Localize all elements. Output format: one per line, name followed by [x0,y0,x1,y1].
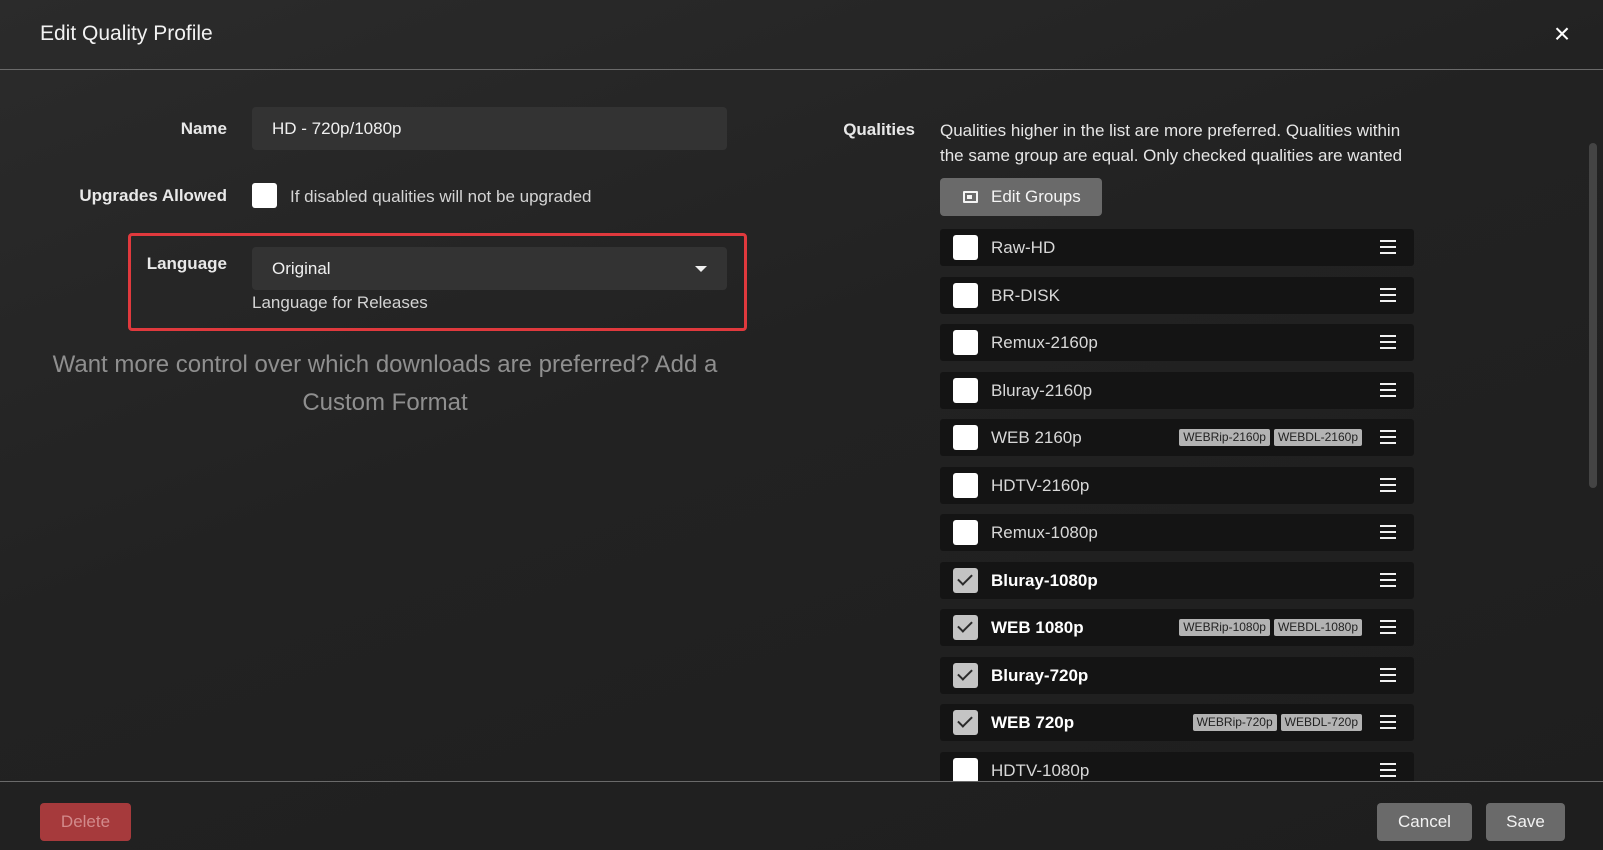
quality-row[interactable]: HDTV-1080p [940,751,1414,781]
quality-badges: WEBRip-1080p WEBDL-1080p [1179,619,1362,636]
drag-handle-icon[interactable] [1380,620,1396,634]
quality-row[interactable]: Bluray-720p [940,656,1414,694]
custom-format-promo[interactable]: Want more control over which downloads a… [40,346,730,422]
quality-badge: WEBDL-2160p [1273,429,1362,446]
quality-badges: WEBRip-720p WEBDL-720p [1192,714,1362,731]
quality-name: Bluray-2160p [991,380,1093,400]
scrollbar[interactable] [1589,143,1597,488]
quality-row[interactable]: Remux-1080p [940,514,1414,551]
edit-groups-button[interactable]: Edit Groups [940,178,1102,216]
quality-name: Raw-HD [991,238,1056,257]
quality-checkbox[interactable] [953,472,978,498]
quality-row[interactable]: Bluray-1080p [940,561,1414,599]
drag-handle-icon[interactable] [1380,715,1396,729]
drag-handle-icon[interactable] [1380,572,1396,587]
drag-handle-icon[interactable] [1380,335,1396,349]
quality-checkbox-checked[interactable] [953,710,978,735]
language-label: Language [146,254,227,273]
quality-name: WEB 720p [991,713,1075,732]
quality-checkbox[interactable] [953,235,978,260]
quality-row[interactable]: WEB 2160p WEBRip-2160p WEBDL-2160p [940,419,1414,456]
close-icon[interactable]: × [1549,20,1575,48]
upgrades-allowed-help: If disabled qualities will not be upgrad… [290,187,592,206]
language-select[interactable]: Original [252,247,727,290]
delete-button[interactable]: Delete [40,803,131,841]
qualities-help: Qualities higher in the list are more pr… [940,121,1403,165]
edit-groups-label: Edit Groups [991,187,1081,206]
upgrades-allowed-label: Upgrades Allowed [79,186,227,205]
quality-name: HDTV-2160p [991,475,1090,495]
drag-handle-icon[interactable] [1380,667,1396,682]
drag-handle-icon[interactable] [1380,240,1396,254]
quality-name: HDTV-1080p [991,760,1090,780]
quality-badge: WEBRip-720p [1192,714,1277,731]
quality-list: Raw-HD BR-DISK Remux-2160p Bluray-2160p WEB … [940,229,1414,781]
cancel-button[interactable]: Cancel [1377,803,1472,841]
quality-checkbox[interactable] [953,425,978,450]
save-button[interactable]: Save [1486,803,1565,841]
name-input[interactable]: HD - 720p/1080p [252,107,727,150]
quality-name: Bluray-720p [991,665,1089,685]
edit-quality-profile-modal: Edit Quality Profile × Name HD - 720p/10… [0,0,1603,850]
quality-checkbox-checked[interactable] [953,662,978,688]
quality-name: WEB 1080p [991,618,1084,637]
drag-handle-icon[interactable] [1380,287,1396,302]
quality-checkbox[interactable] [953,330,978,355]
modal-header: Edit Quality Profile × [0,0,1603,70]
quality-row[interactable]: Remux-2160p [940,324,1414,361]
language-select-value: Original [272,259,331,278]
quality-row[interactable]: Bluray-2160p [940,371,1414,409]
quality-row[interactable]: WEB 720p WEBRip-720p WEBDL-720p [940,704,1414,741]
quality-row[interactable]: WEB 1080p WEBRip-1080p WEBDL-1080p [940,609,1414,646]
quality-checkbox-checked[interactable] [953,615,978,640]
quality-name: Remux-2160p [991,333,1098,352]
modal-footer: Delete Cancel Save [0,781,1603,850]
quality-badge: WEBDL-1080p [1273,619,1362,636]
quality-name: Remux-1080p [991,523,1098,542]
quality-badge: WEBDL-720p [1280,714,1362,731]
drag-handle-icon[interactable] [1380,525,1396,539]
quality-badges: WEBRip-2160p WEBDL-2160p [1179,429,1362,446]
quality-checkbox[interactable] [953,757,978,781]
quality-row[interactable]: BR-DISK [940,276,1414,314]
quality-badge: WEBRip-2160p [1179,429,1270,446]
qualities-label: Qualities [843,120,915,139]
name-label: Name [180,119,227,138]
quality-checkbox[interactable] [953,282,978,308]
drag-handle-icon[interactable] [1380,382,1396,397]
drag-handle-icon[interactable] [1380,762,1396,777]
drag-handle-icon[interactable] [1380,430,1396,444]
quality-checkbox-checked[interactable] [953,567,978,593]
quality-row[interactable]: HDTV-2160p [940,466,1414,504]
quality-checkbox[interactable] [953,520,978,545]
drag-handle-icon[interactable] [1380,477,1396,492]
quality-row[interactable]: Raw-HD [940,229,1414,266]
quality-checkbox[interactable] [953,377,978,403]
modal-body: Name HD - 720p/1080p Upgrades Allowed If… [0,71,1603,781]
upgrades-allowed-checkbox[interactable] [252,183,277,208]
quality-name: Bluray-1080p [991,570,1098,590]
quality-name: WEB 2160p [991,428,1082,447]
edit-groups-icon [963,191,978,203]
quality-badge: WEBRip-1080p [1179,619,1270,636]
modal-title: Edit Quality Profile [40,22,213,45]
quality-name: BR-DISK [991,285,1060,305]
language-help: Language for Releases [252,293,428,312]
caret-down-icon [695,266,707,272]
